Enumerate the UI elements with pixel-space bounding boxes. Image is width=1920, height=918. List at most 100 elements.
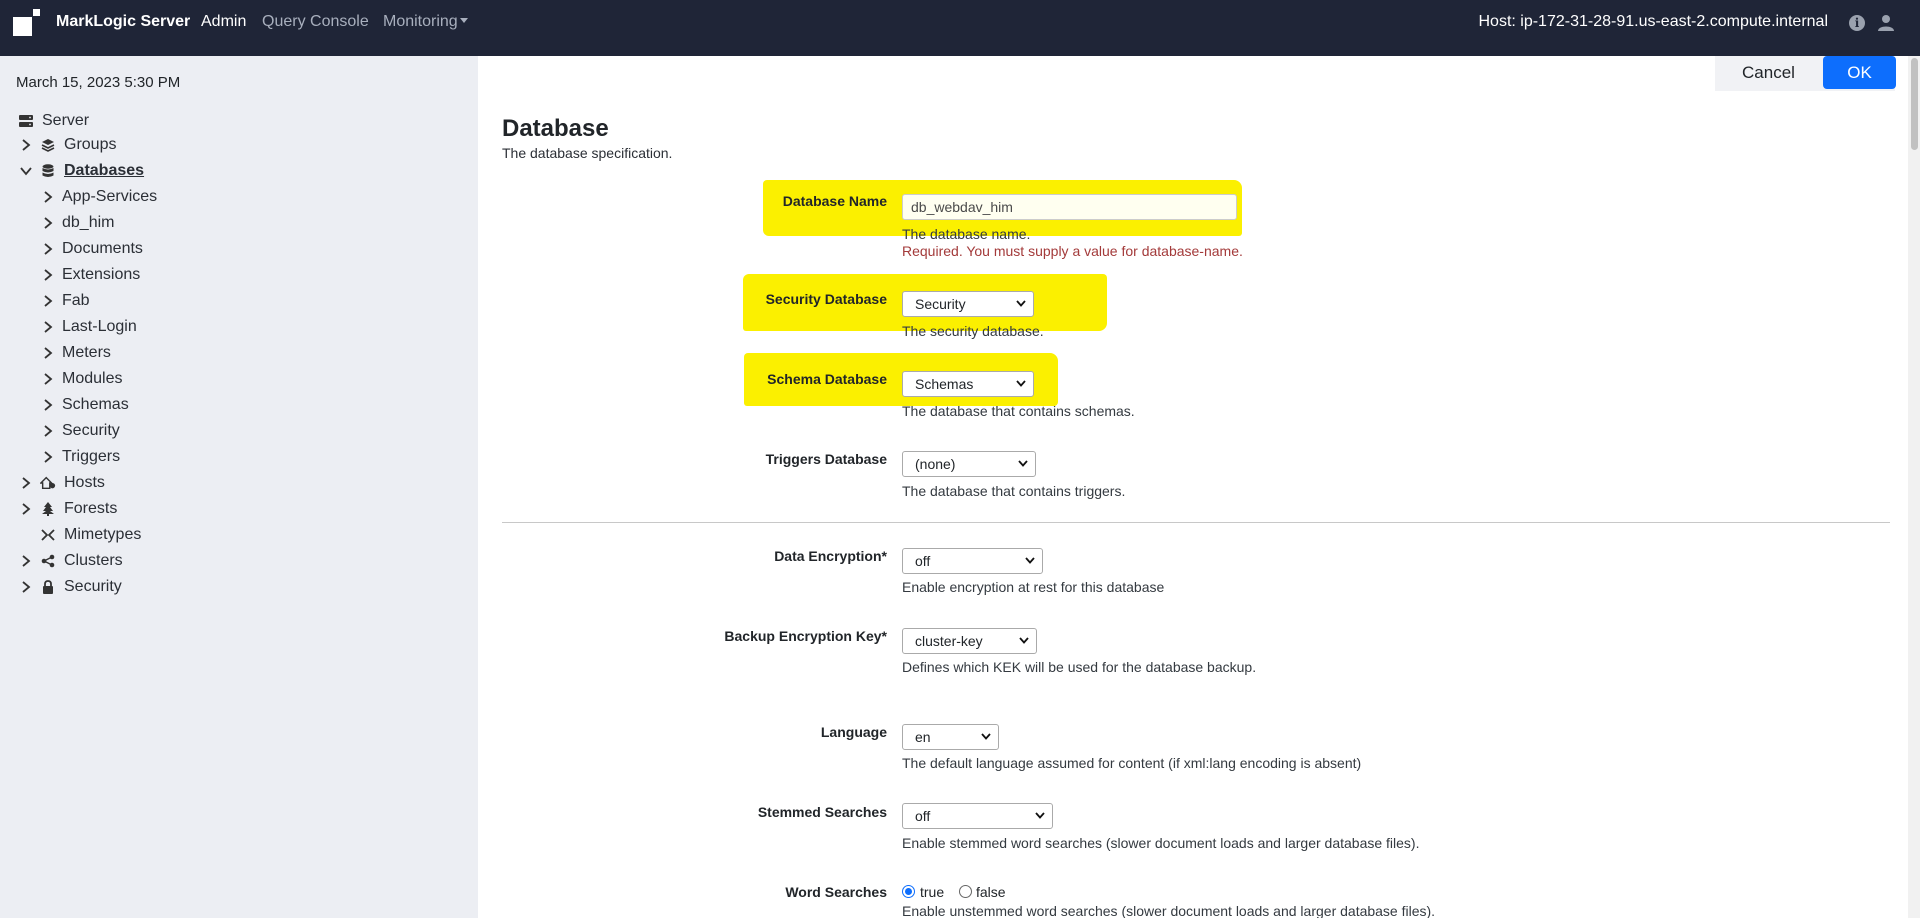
language-desc: The default language assumed for content… (902, 755, 1362, 771)
chevron-right-icon[interactable] (40, 293, 56, 309)
chevron-down-icon (1016, 300, 1026, 307)
select-value: off (915, 808, 931, 824)
tree-item-label: db_him (62, 214, 115, 231)
word-searches-false-radio[interactable] (959, 885, 972, 898)
chevron-right-icon[interactable] (40, 215, 56, 231)
chevron-right-icon[interactable] (40, 371, 56, 387)
chevron-down-icon (1016, 380, 1026, 387)
backup-encryption-key-select[interactable]: cluster-key (902, 628, 1037, 654)
tree-item-label: Server (42, 112, 90, 129)
triggers-database-desc: The database that contains triggers. (902, 483, 1126, 499)
tree-icon (40, 501, 56, 517)
tree-item-label: Databases (64, 162, 145, 179)
tree-item-label: Triggers (62, 448, 121, 465)
word-searches-true-label[interactable]: true (920, 884, 944, 900)
chevron-right-icon[interactable] (18, 501, 34, 517)
tree-item-label: Security (64, 578, 122, 595)
ok-button[interactable]: OK (1823, 56, 1896, 89)
select-value: cluster-key (915, 633, 983, 649)
security-database-desc: The security database. (902, 323, 1044, 339)
chevron-right-icon[interactable] (40, 189, 56, 205)
tree-item-label: Documents (62, 240, 143, 257)
data-encryption-label: Data Encryption* (774, 548, 887, 564)
cancel-button[interactable]: Cancel (1730, 56, 1807, 89)
tree-item-triggers[interactable]: Triggers (40, 446, 120, 468)
data-encryption-select[interactable]: off (902, 548, 1043, 574)
tree-item-schemas[interactable]: Schemas (40, 394, 129, 416)
select-value: Schemas (915, 376, 974, 392)
tree-item-last-login[interactable]: Last-Login (40, 316, 137, 338)
chevron-right-icon[interactable] (18, 553, 34, 569)
tree-item-extensions[interactable]: Extensions (40, 264, 140, 286)
data-encryption-desc: Enable encryption at rest for this datab… (902, 579, 1165, 595)
nav-admin-link[interactable]: Admin (201, 13, 246, 31)
tree-item-security-db[interactable]: Security (40, 420, 120, 442)
chevron-right-icon[interactable] (40, 319, 56, 335)
tree-item-groups[interactable]: Groups (18, 134, 116, 156)
marklogic-logo-icon[interactable] (13, 9, 40, 36)
tree-item-documents[interactable]: Documents (40, 238, 143, 260)
database-name-input[interactable]: db_webdav_him (902, 194, 1237, 220)
triggers-database-label: Triggers Database (765, 451, 887, 467)
lock-icon (40, 579, 56, 595)
chevron-right-icon[interactable] (18, 475, 34, 491)
database-name-label: Database Name (782, 193, 887, 209)
scrollbar-track[interactable] (1908, 56, 1920, 918)
chevron-right-icon[interactable] (40, 267, 56, 283)
word-searches-true-radio[interactable] (902, 885, 915, 898)
chevron-right-icon[interactable] (40, 241, 56, 257)
nav-monitoring-label: Monitoring (383, 13, 458, 30)
tree-item-meters[interactable]: Meters (40, 342, 111, 364)
chevron-down-icon (1019, 637, 1029, 644)
nav-monitoring-dropdown[interactable]: Monitoring (383, 13, 468, 31)
tree-item-hosts[interactable]: Hosts (18, 472, 105, 494)
tree-item-label: Hosts (64, 474, 105, 491)
chevron-right-icon[interactable] (40, 449, 56, 465)
info-icon[interactable]: i (1849, 15, 1865, 31)
select-value: en (915, 729, 931, 745)
tree-item-clusters[interactable]: Clusters (18, 550, 123, 572)
section-divider (502, 522, 1890, 523)
word-searches-false-label[interactable]: false (976, 884, 1006, 900)
layers-icon (40, 137, 56, 153)
brand-title[interactable]: MarkLogic Server (56, 13, 190, 31)
tree-item-db-him[interactable]: db_him (40, 212, 114, 234)
scrollbar-thumb[interactable] (1911, 58, 1918, 150)
backup-encryption-key-desc: Defines which KEK will be used for the d… (902, 659, 1257, 675)
chevron-down-icon (1025, 557, 1035, 564)
page-title: Database (502, 115, 609, 142)
user-icon[interactable] (1877, 14, 1895, 32)
language-select[interactable]: en (902, 724, 999, 750)
chevron-down-icon (1018, 460, 1028, 467)
language-label: Language (820, 724, 887, 740)
chevron-right-icon[interactable] (40, 397, 56, 413)
chevron-right-icon[interactable] (18, 137, 34, 153)
tree-item-mimetypes[interactable]: Mimetypes (40, 524, 141, 546)
tree-item-modules[interactable]: Modules (40, 368, 122, 390)
tree-item-app-services[interactable]: App-Services (40, 186, 157, 208)
database-icon (40, 163, 56, 179)
tree-item-label: Last-Login (62, 318, 137, 335)
page-subtitle: The database specification. (502, 145, 673, 161)
tree-item-forests[interactable]: Forests (18, 498, 117, 520)
tree-item-label: Mimetypes (64, 526, 142, 543)
tree-item-server[interactable]: Server (18, 110, 89, 132)
security-database-label: Security Database (765, 291, 887, 307)
schema-database-desc: The database that contains schemas. (902, 403, 1135, 419)
security-database-select[interactable]: Security (902, 291, 1034, 317)
chevron-down-icon[interactable] (18, 163, 34, 179)
tree-item-fab[interactable]: Fab (40, 290, 90, 312)
tree-item-label: Meters (62, 344, 111, 361)
tree-item-label: Security (62, 422, 120, 439)
stemmed-searches-select[interactable]: off (902, 803, 1053, 829)
chevron-right-icon[interactable] (18, 579, 34, 595)
nav-query-console-link[interactable]: Query Console (262, 13, 369, 31)
triggers-database-select[interactable]: (none) (902, 451, 1036, 477)
tree-item-databases[interactable]: Databases (18, 160, 144, 182)
tree-item-security[interactable]: Security (18, 576, 122, 598)
server-icon (18, 113, 34, 129)
chevron-right-icon[interactable] (40, 345, 56, 361)
chevron-right-icon[interactable] (40, 423, 56, 439)
schema-database-select[interactable]: Schemas (902, 371, 1034, 397)
mimetypes-icon (40, 527, 56, 543)
